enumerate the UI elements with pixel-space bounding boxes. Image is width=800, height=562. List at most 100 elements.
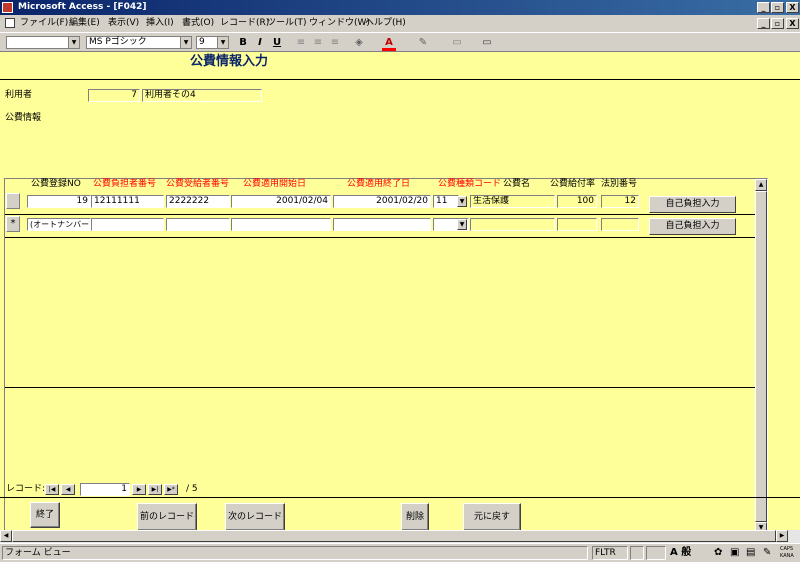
first-record-icon[interactable]: |◀ — [45, 484, 59, 495]
special-effect-icon[interactable]: ▭ — [480, 36, 494, 50]
self-pay-input-button[interactable]: 自己負担入力 — [649, 196, 736, 213]
vertical-scrollbar[interactable]: ▲ ▼ — [755, 179, 767, 534]
delete-button[interactable]: 削除 — [401, 503, 429, 531]
chevron-down-icon[interactable]: ▼ — [217, 37, 228, 48]
menu-help[interactable]: ヘルプ(H) — [365, 17, 406, 29]
start-date-field[interactable]: 2001/02/04 — [231, 195, 331, 208]
horizontal-scrollbar[interactable]: ◀ ▶ — [0, 530, 800, 543]
doc-restore-button[interactable]: ▫ — [771, 18, 784, 29]
restore-button[interactable]: ▫ — [771, 2, 784, 13]
last-record-icon[interactable]: ▶| — [148, 484, 162, 495]
align-center-icon[interactable]: ≡ — [311, 36, 325, 50]
ime-help-icon[interactable]: ✎ — [763, 547, 771, 559]
header-divider — [0, 79, 800, 80]
prev-record-button[interactable]: 前のレコード — [137, 503, 197, 531]
scroll-left-icon[interactable]: ◀ — [0, 530, 12, 542]
next-record-button[interactable]: 次のレコード — [225, 503, 285, 531]
menu-format[interactable]: 書式(O) — [182, 17, 214, 29]
scroll-thumb[interactable] — [755, 191, 767, 522]
menu-records[interactable]: レコード(R) — [220, 17, 269, 29]
rate-field[interactable]: 100 — [557, 195, 597, 208]
ime-dictionary-icon[interactable]: ✿ — [714, 547, 722, 559]
menu-file[interactable]: ファイル(F) — [20, 17, 68, 29]
new-record-selector[interactable]: * — [6, 216, 20, 232]
menu-insert[interactable]: 挿入(I) — [146, 17, 174, 29]
line-color-icon[interactable]: ✎ — [416, 36, 430, 50]
fill-color-icon[interactable]: ◈ — [352, 36, 366, 50]
access-app-icon[interactable] — [2, 2, 13, 13]
end-date-field[interactable]: 2001/02/20 — [333, 195, 431, 208]
section-label: 公費情報 — [5, 113, 42, 123]
scroll-up-icon[interactable]: ▲ — [755, 179, 767, 191]
font-name-combo[interactable]: MS Pゴシック ▼ — [86, 36, 192, 49]
col-header-name: 公費名 — [503, 179, 531, 189]
window-title: Microsoft Access - [F042] — [18, 2, 147, 12]
prev-record-icon[interactable]: ◀ — [61, 484, 75, 495]
menu-tools[interactable]: ツール(T) — [267, 17, 307, 29]
font-size-combo[interactable]: 9 ▼ — [196, 36, 229, 49]
new-record-icon[interactable]: ▶* — [164, 484, 178, 495]
payer-no-field[interactable]: 12111111 — [91, 195, 164, 208]
menu-window[interactable]: ウィンドウ(W) — [309, 17, 370, 29]
align-right-icon[interactable]: ≡ — [328, 36, 342, 50]
kouhi-name-new-field[interactable] — [470, 218, 555, 231]
col-header-reg-no: 公費登録NO — [31, 179, 81, 189]
record-selector[interactable] — [6, 193, 20, 209]
kouhi-name-field[interactable]: 生活保護 — [470, 195, 555, 208]
user-name-field[interactable]: 利用者その4 — [142, 89, 262, 102]
exit-button[interactable]: 終了 — [30, 502, 60, 528]
chevron-down-icon[interactable]: ▼ — [457, 219, 467, 230]
start-date-new-field[interactable] — [231, 218, 331, 231]
row-divider — [5, 214, 755, 215]
bold-button[interactable]: B — [236, 36, 250, 50]
object-combo[interactable]: ▼ — [6, 36, 80, 49]
chevron-down-icon[interactable]: ▼ — [180, 37, 191, 48]
col-header-type-code: 公費種類コード — [438, 179, 502, 189]
recipient-no-new-field[interactable] — [166, 218, 230, 231]
chevron-down-icon[interactable]: ▼ — [68, 37, 79, 48]
rate-new-field[interactable] — [557, 218, 597, 231]
menu-edit[interactable]: 編集(E) — [69, 17, 100, 29]
ime-tool-icon[interactable]: ▤ — [746, 547, 755, 559]
align-left-icon[interactable]: ≡ — [294, 36, 308, 50]
record-nav-label: レコード: — [6, 484, 46, 494]
filter-indicator: FLTR — [592, 546, 628, 560]
doc-minimize-button[interactable]: _ — [757, 18, 770, 29]
end-date-new-field[interactable] — [333, 218, 431, 231]
doc-close-button[interactable]: X — [786, 18, 799, 29]
recipient-no-field[interactable]: 2222222 — [166, 195, 230, 208]
status-text: フォーム ビュー — [2, 546, 588, 560]
law-no-new-field[interactable] — [601, 218, 639, 231]
scroll-right-icon[interactable]: ▶ — [776, 530, 788, 542]
self-pay-input-new-button[interactable]: 自己負担入力 — [649, 218, 736, 235]
next-record-icon[interactable]: ▶ — [132, 484, 146, 495]
undo-button[interactable]: 元に戻す — [463, 503, 521, 531]
underline-button[interactable]: U — [270, 36, 284, 50]
ime-pad-icon[interactable]: ▣ — [730, 547, 739, 559]
minimize-button[interactable]: _ — [757, 2, 770, 13]
record-number-field[interactable]: 1 — [80, 483, 130, 496]
italic-button[interactable]: I — [253, 36, 267, 50]
col-header-rate: 公費給付率 — [550, 179, 596, 189]
h-scroll-thumb[interactable] — [12, 530, 776, 542]
law-no-field[interactable]: 12 — [601, 195, 639, 208]
caps-indicator: CAPS — [780, 546, 794, 552]
form-icon[interactable] — [5, 18, 15, 28]
user-id-field[interactable]: 7 — [88, 89, 140, 102]
status-panel-blank — [646, 546, 666, 560]
reg-no-field[interactable]: 19 — [27, 195, 91, 208]
font-size-value: 9 — [199, 37, 205, 47]
menu-bar: ファイル(F) 編集(E) 表示(V) 挿入(I) 書式(O) レコード(R) … — [0, 15, 800, 32]
type-code-combo[interactable]: 11 — [433, 195, 459, 208]
ime-mode[interactable]: A 般 — [670, 547, 691, 559]
col-header-law-no: 法別番号 — [601, 179, 638, 189]
title-bar: Microsoft Access - [F042] _ ▫ X — [0, 0, 800, 15]
payer-no-new-field[interactable] — [91, 218, 164, 231]
reg-no-new-field[interactable]: (オートナンバー) — [27, 218, 91, 231]
close-button[interactable]: X — [786, 2, 799, 13]
col-header-recipient-no: 公費受給者番号 — [166, 179, 230, 189]
menu-view[interactable]: 表示(V) — [108, 17, 139, 29]
chevron-down-icon[interactable]: ▼ — [457, 196, 467, 207]
line-width-icon[interactable]: ▭ — [450, 36, 464, 50]
footer-divider — [0, 497, 800, 498]
